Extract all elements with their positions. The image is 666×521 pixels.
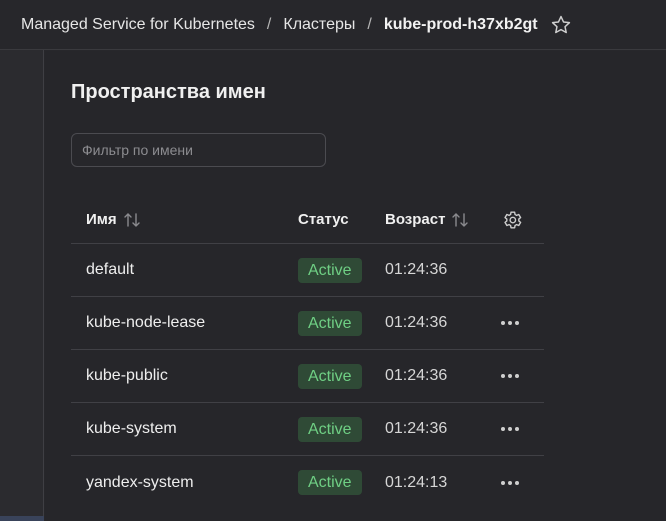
status-badge: Active: [298, 363, 362, 389]
status-badge: Active: [298, 470, 362, 495]
table-row[interactable]: default Active 01:24:36: [71, 244, 544, 297]
namespace-age: 01:24:13: [385, 473, 448, 491]
page-title: Пространства имен: [71, 81, 266, 103]
more-horizontal-icon[interactable]: [499, 312, 521, 334]
namespace-name[interactable]: default: [86, 261, 134, 279]
breadcrumb-item-service[interactable]: Managed Service for Kubernetes: [21, 16, 255, 34]
gear-icon[interactable]: [501, 209, 523, 231]
status-badge: Active: [298, 310, 362, 336]
breadcrumb-item-cluster: kube-prod-h37xb2gt: [383, 15, 538, 33]
status-badge: Active: [298, 416, 362, 442]
table-header: Имя Статус Возраст: [71, 196, 544, 244]
breadcrumb-separator: /: [266, 15, 272, 33]
star-icon[interactable]: [550, 14, 572, 36]
namespace-name[interactable]: kube-system: [86, 420, 177, 438]
namespace-age: 01:24:36: [385, 367, 448, 384]
breadcrumb-item-clusters[interactable]: Кластеры: [283, 16, 355, 34]
more-horizontal-icon[interactable]: [499, 472, 521, 494]
namespace-name[interactable]: yandex-system: [86, 474, 194, 492]
sort-arrows-icon[interactable]: [451, 212, 469, 228]
namespace-age: 01:24:36: [385, 261, 448, 278]
column-header-name[interactable]: Имя: [86, 196, 141, 243]
table-row[interactable]: yandex-system Active 01:24:13: [71, 456, 544, 509]
column-header-age[interactable]: Возраст: [385, 196, 469, 243]
namespace-name[interactable]: kube-public: [86, 367, 168, 385]
sort-arrows-icon[interactable]: [123, 212, 141, 228]
breadcrumb: Managed Service for Kubernetes / Кластер…: [0, 14, 572, 36]
namespace-name[interactable]: kube-node-lease: [86, 314, 205, 332]
name-filter-input[interactable]: [71, 133, 326, 167]
column-settings: [499, 196, 523, 243]
rail-active-indicator: [0, 516, 44, 521]
status-badge: Active: [298, 257, 362, 283]
namespace-age: 01:24:36: [385, 314, 448, 331]
top-bar: Managed Service for Kubernetes / Кластер…: [0, 0, 666, 50]
main-content: Пространства имен Имя Статус Возраст: [45, 51, 666, 521]
table-row[interactable]: kube-public Active 01:24:36: [71, 350, 544, 403]
namespace-age: 01:24:36: [385, 420, 448, 437]
left-navigation-rail: [0, 50, 44, 521]
breadcrumb-separator: /: [367, 15, 372, 33]
namespaces-table: Имя Статус Возраст default Active 01:24:…: [71, 196, 544, 509]
table-row[interactable]: kube-node-lease Active 01:24:36: [71, 297, 544, 350]
table-row[interactable]: kube-system Active 01:24:36: [71, 403, 544, 456]
column-header-status: Статус: [298, 211, 349, 228]
more-horizontal-icon[interactable]: [499, 418, 521, 440]
more-horizontal-icon[interactable]: [499, 365, 521, 387]
